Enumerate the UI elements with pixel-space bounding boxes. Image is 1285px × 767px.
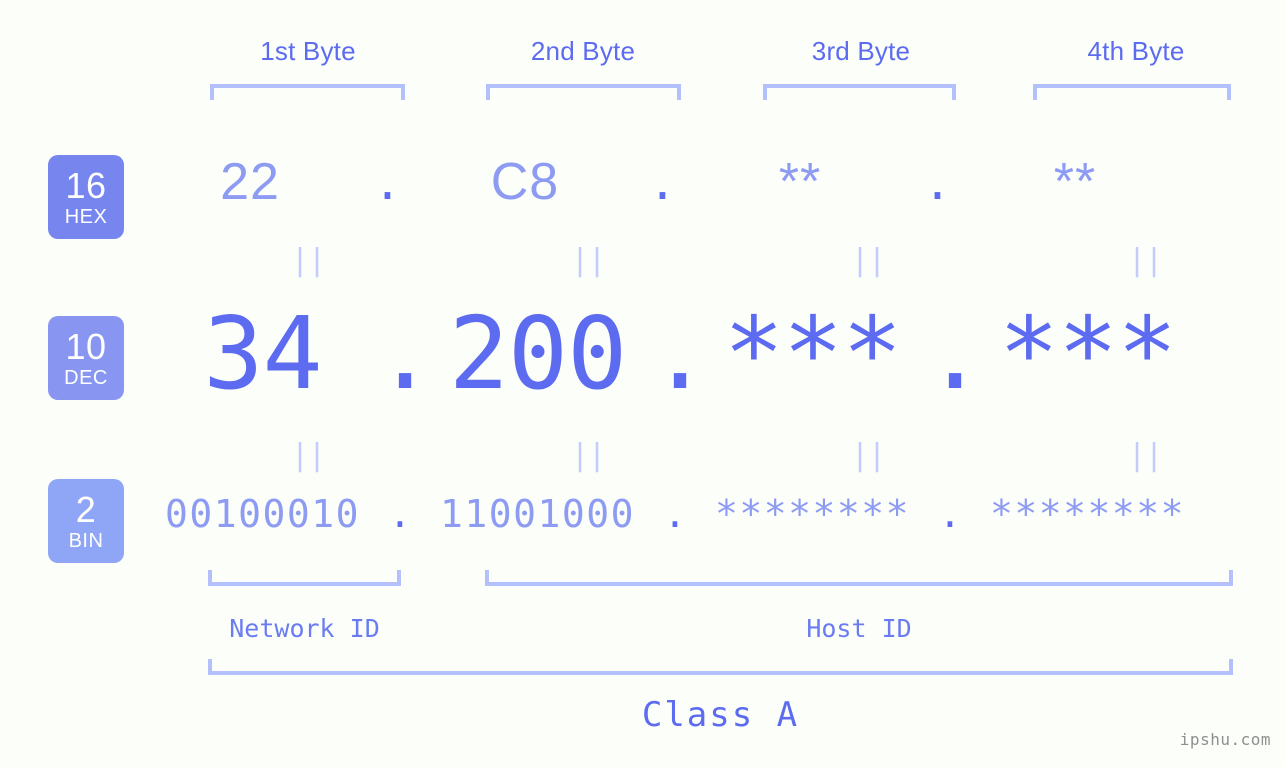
bin-byte-1: 00100010 — [164, 492, 361, 536]
dec-byte-1: 34 — [203, 295, 322, 412]
equals-separator-dec-bin-4: || — [1128, 438, 1163, 473]
bin-byte-4: ******** — [989, 492, 1186, 536]
dec-separator-dot-2: . — [650, 295, 711, 412]
bin-separator-dot-3: . — [938, 492, 962, 536]
base-badge-dec-number: 10 — [65, 325, 107, 367]
dec-byte-2: 200 — [448, 295, 628, 412]
class-bracket — [208, 659, 1233, 675]
byte-header-label-1: 1st Byte — [260, 36, 356, 66]
network-id-label: Network ID — [229, 614, 380, 643]
byte-header-label-3: 3rd Byte — [811, 36, 911, 66]
hex-byte-3: ** — [778, 153, 822, 211]
dec-value-row: 34 . 200 . *** . *** — [150, 295, 1260, 412]
class-label: Class A — [641, 695, 800, 735]
equals-separator-hex-dec-2: || — [571, 243, 606, 278]
hex-byte-4: ** — [1053, 153, 1097, 211]
dec-separator-dot-3: . — [925, 295, 986, 412]
byte-bracket-1 — [210, 84, 405, 100]
bin-value-row: 00100010 . 11001000 . ******** . *******… — [150, 492, 1260, 536]
base-badge-hex-number: 16 — [65, 164, 107, 206]
bin-separator-dot-1: . — [388, 492, 412, 536]
host-id-label: Host ID — [806, 614, 912, 643]
bin-separator-dot-2: . — [663, 492, 687, 536]
equals-separator-dec-bin-1: || — [291, 438, 326, 473]
network-id-bracket — [208, 570, 401, 586]
host-id-bracket — [485, 570, 1233, 586]
equals-separator-hex-dec-1: || — [291, 243, 326, 278]
base-badge-hex-unit: HEX — [64, 205, 108, 228]
hex-value-row: 22 . C8 . ** . ** — [150, 152, 1260, 212]
hex-separator-dot-1: . — [373, 156, 402, 210]
base-badge-dec[interactable]: 10 DEC — [48, 316, 124, 400]
hex-separator-dot-3: . — [923, 156, 952, 210]
equals-separator-dec-bin-2: || — [571, 438, 606, 473]
hex-byte-1: 22 — [220, 153, 280, 211]
byte-bracket-4 — [1033, 84, 1231, 100]
hex-separator-dot-2: . — [648, 156, 677, 210]
bin-byte-2: 11001000 — [439, 492, 636, 536]
dec-separator-dot-1: . — [375, 295, 436, 412]
byte-header-label-4: 4th Byte — [1087, 36, 1185, 66]
base-badge-bin-number: 2 — [75, 488, 97, 530]
base-badge-dec-unit: DEC — [64, 366, 108, 389]
equals-separator-hex-dec-4: || — [1128, 243, 1163, 278]
byte-header-label-2: 2nd Byte — [530, 36, 636, 66]
base-badge-bin-unit: BIN — [68, 529, 104, 552]
dec-byte-4: *** — [998, 295, 1178, 412]
base-badge-bin[interactable]: 2 BIN — [48, 479, 124, 563]
equals-separator-dec-bin-3: || — [851, 438, 886, 473]
hex-byte-2: C8 — [490, 153, 560, 211]
dec-byte-3: *** — [723, 295, 903, 412]
byte-bracket-3 — [763, 84, 956, 100]
bin-byte-3: ******** — [714, 492, 911, 536]
byte-bracket-2 — [486, 84, 681, 100]
equals-separator-hex-dec-3: || — [851, 243, 886, 278]
site-watermark: ipshu.com — [1179, 730, 1271, 749]
base-badge-hex[interactable]: 16 HEX — [48, 155, 124, 239]
